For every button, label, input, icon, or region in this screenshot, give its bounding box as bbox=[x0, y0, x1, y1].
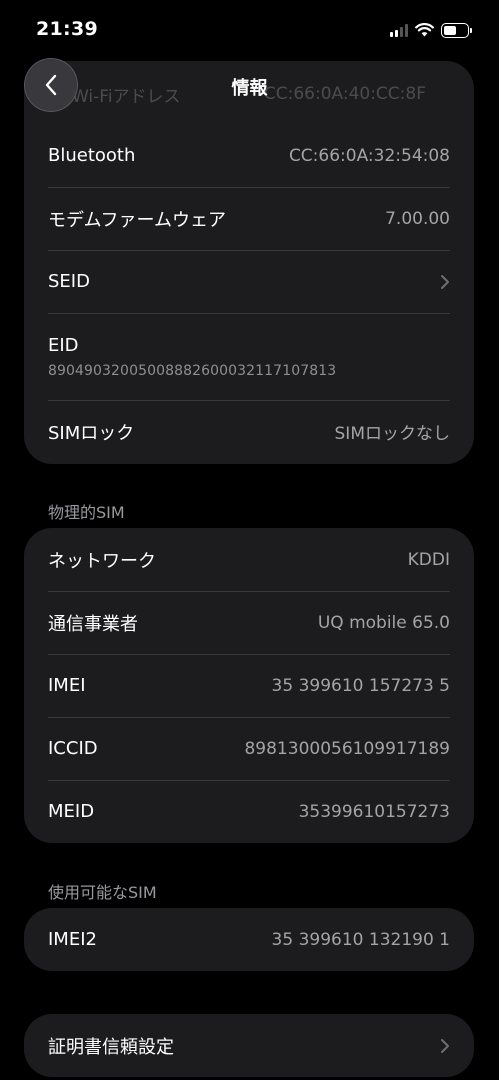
wifi-icon bbox=[415, 23, 434, 37]
meid-label: MEID bbox=[48, 801, 95, 822]
imei-label: IMEI bbox=[48, 675, 86, 696]
iccid-value: 8981300056109917189 bbox=[244, 738, 450, 759]
chevron-right-icon bbox=[441, 1038, 449, 1053]
iccid-row: ICCID 8981300056109917189 bbox=[24, 717, 474, 780]
page-title: 情報 bbox=[231, 78, 268, 99]
chevron-right-icon bbox=[441, 274, 449, 289]
meid-value: 35399610157273 bbox=[298, 801, 450, 822]
modem-firmware-row: モデムファームウェア 7.00.00 bbox=[24, 187, 474, 250]
status-time: 21:39 bbox=[36, 18, 98, 40]
physical-sim-card: ネットワーク KDDI 通信事業者 UQ mobile 65.0 IMEI 35… bbox=[24, 528, 474, 843]
imei2-value: 35 399610 132190 1 bbox=[271, 929, 450, 950]
network-label: ネットワーク bbox=[48, 550, 156, 572]
certificate-card: 証明書信頼設定 bbox=[24, 1014, 474, 1077]
navigation-header: 情報 bbox=[0, 58, 499, 112]
eid-row: EID 89049032005008882600032117107813 bbox=[24, 313, 474, 400]
iccid-label: ICCID bbox=[48, 738, 98, 759]
network-value: KDDI bbox=[407, 549, 450, 570]
available-sim-card: IMEI2 35 399610 132190 1 bbox=[24, 908, 474, 971]
battery-icon bbox=[441, 22, 472, 38]
sim-lock-label: SIMロック bbox=[48, 422, 135, 444]
seid-label: SEID bbox=[48, 271, 90, 292]
sim-lock-value: SIMロックなし bbox=[334, 424, 450, 444]
network-row: ネットワーク KDDI bbox=[24, 528, 474, 591]
physical-sim-section-title: 物理的SIM bbox=[48, 503, 125, 522]
imei-row: IMEI 35 399610 157273 5 bbox=[24, 654, 474, 717]
certificate-trust-row[interactable]: 証明書信頼設定 bbox=[24, 1014, 474, 1077]
modem-firmware-label: モデムファームウェア bbox=[48, 209, 227, 231]
carrier-value: UQ mobile 65.0 bbox=[317, 612, 450, 633]
modem-firmware-value: 7.00.00 bbox=[385, 208, 450, 229]
bluetooth-label: Bluetooth bbox=[48, 145, 136, 166]
available-sim-section-title: 使用可能なSIM bbox=[48, 883, 157, 902]
bluetooth-value: CC:66:0A:32:54:08 bbox=[288, 145, 450, 166]
device-info-card: Wi-Fiアドレス CC:66:0A:40:CC:8F Bluetooth CC… bbox=[24, 61, 474, 464]
carrier-row: 通信事業者 UQ mobile 65.0 bbox=[24, 591, 474, 654]
battery-level bbox=[444, 25, 457, 35]
status-icons bbox=[390, 20, 472, 40]
eid-label: EID bbox=[48, 334, 79, 356]
eid-value: 89049032005008882600032117107813 bbox=[48, 362, 337, 379]
imei2-row: IMEI2 35 399610 132190 1 bbox=[24, 908, 474, 971]
imei-value: 35 399610 157273 5 bbox=[271, 675, 450, 696]
carrier-label: 通信事業者 bbox=[48, 613, 138, 635]
cellular-signal-icon bbox=[390, 23, 408, 37]
status-bar: 21:39 bbox=[0, 0, 499, 58]
seid-row[interactable]: SEID bbox=[24, 250, 474, 313]
meid-row: MEID 35399610157273 bbox=[24, 780, 474, 843]
imei2-label: IMEI2 bbox=[48, 929, 97, 950]
bluetooth-row: Bluetooth CC:66:0A:32:54:08 bbox=[24, 124, 474, 187]
sim-lock-row: SIMロック SIMロックなし bbox=[24, 400, 474, 463]
certificate-trust-label: 証明書信頼設定 bbox=[48, 1036, 174, 1058]
